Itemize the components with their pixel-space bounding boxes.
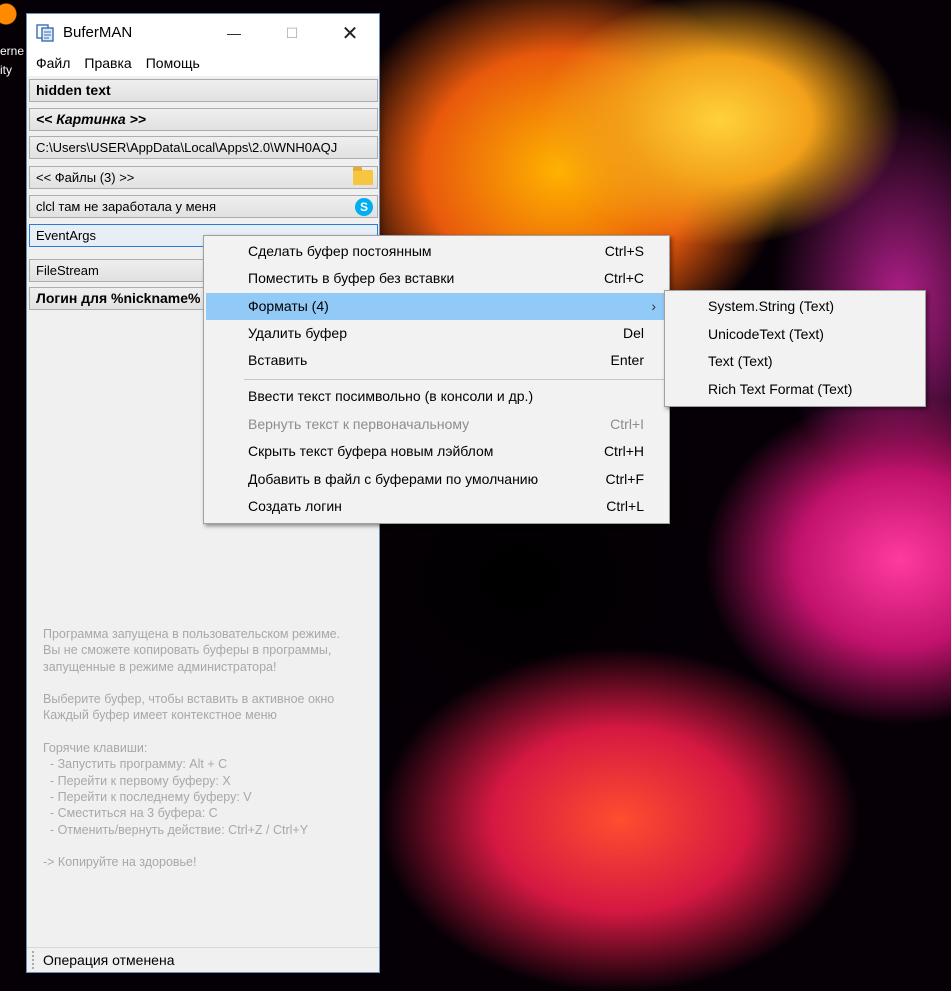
status-bar: Операция отменена bbox=[27, 947, 379, 972]
menu-item-label: Сделать буфер постоянным bbox=[248, 243, 432, 259]
menu-item-shortcut: Ctrl+C bbox=[603, 270, 644, 286]
format-item-rich-text[interactable]: Rich Text Format (Text) bbox=[667, 376, 923, 403]
status-grip bbox=[32, 951, 34, 969]
format-label: System.String (Text) bbox=[708, 298, 835, 314]
menu-item-shortcut: Ctrl+S bbox=[604, 243, 644, 259]
format-item-unicode-text[interactable]: UnicodeText (Text) bbox=[667, 321, 923, 348]
buffer-button-files[interactable]: << Файлы (3) >> bbox=[29, 166, 378, 189]
menu-item-shortcut: Ctrl+H bbox=[603, 443, 644, 459]
menu-item-paste[interactable]: Вставить Enter bbox=[206, 347, 667, 374]
menu-item-add-to-default-file[interactable]: Добавить в файл с буферами по умолчанию … bbox=[206, 466, 667, 493]
menu-item-hide-text-with-label[interactable]: Скрыть текст буфера новым лэйблом Ctrl+H bbox=[206, 438, 667, 465]
submenu-arrow-icon: › bbox=[651, 298, 656, 314]
hint-text: Программа запущена в пользовательском ре… bbox=[43, 627, 341, 870]
menu-item-shortcut: Ctrl+I bbox=[610, 416, 644, 432]
format-label: Rich Text Format (Text) bbox=[708, 381, 853, 397]
formats-submenu: System.String (Text) UnicodeText (Text) … bbox=[664, 290, 926, 407]
window-title: BuferMAN bbox=[63, 24, 133, 41]
format-label: Text (Text) bbox=[708, 353, 773, 369]
title-bar[interactable]: BuferMAN — ☐ ✕ bbox=[27, 14, 379, 52]
menu-item-label: Добавить в файл с буферами по умолчанию bbox=[248, 471, 539, 487]
buffer-button-image[interactable]: << Картинка >> bbox=[29, 108, 378, 131]
menu-item-label: Вставить bbox=[248, 352, 308, 368]
format-item-system-string[interactable]: System.String (Text) bbox=[667, 293, 923, 320]
maximize-button[interactable]: ☐ bbox=[263, 14, 321, 52]
menu-item-label: Форматы (4) bbox=[248, 298, 329, 314]
buffer-label: << Картинка >> bbox=[36, 111, 146, 127]
folder-icon bbox=[353, 167, 373, 185]
menu-item-label: Поместить в буфер без вставки bbox=[248, 270, 455, 286]
menu-item-shortcut: Del bbox=[622, 325, 644, 341]
menu-item-restore-text[interactable]: Вернуть текст к первоначальному Ctrl+I bbox=[206, 411, 667, 438]
menu-item-copy-without-paste[interactable]: Поместить в буфер без вставки Ctrl+C bbox=[206, 265, 667, 292]
menu-item-shortcut: Enter bbox=[610, 352, 644, 368]
format-item-text[interactable]: Text (Text) bbox=[667, 348, 923, 375]
buffer-label: clcl там не заработала у меня bbox=[36, 199, 217, 214]
buffer-label: C:\Users\USER\AppData\Local\Apps\2.0\WNH… bbox=[36, 140, 338, 155]
menu-item-label: Ввести текст посимвольно (в консоли и др… bbox=[248, 388, 534, 404]
desktop-icon-label[interactable]: erne bbox=[0, 44, 24, 58]
buffer-button-path[interactable]: C:\Users\USER\AppData\Local\Apps\2.0\WNH… bbox=[29, 136, 378, 159]
menu-file[interactable]: Файл bbox=[29, 52, 77, 76]
menu-item-make-persistent[interactable]: Сделать буфер постоянным Ctrl+S bbox=[206, 238, 667, 265]
menu-item-formats[interactable]: Форматы (4) › bbox=[206, 293, 667, 320]
menu-item-shortcut: Ctrl+F bbox=[605, 471, 645, 487]
buffer-button-clcl[interactable]: clcl там не заработала у меня S bbox=[29, 195, 378, 218]
minimize-button[interactable]: — bbox=[205, 14, 263, 52]
buffer-label: hidden text bbox=[36, 82, 111, 98]
clipboard-icon bbox=[36, 24, 54, 42]
menu-separator bbox=[244, 379, 665, 380]
close-button[interactable]: ✕ bbox=[321, 14, 379, 52]
buffer-context-menu: Сделать буфер постоянным Ctrl+S Поместит… bbox=[203, 235, 670, 524]
menu-item-label: Создать логин bbox=[248, 498, 342, 514]
menu-help[interactable]: Помощь bbox=[139, 52, 207, 76]
menu-bar: Файл Правка Помощь bbox=[27, 52, 379, 76]
menu-item-label: Скрыть текст буфера новым лэйблом bbox=[248, 443, 494, 459]
menu-item-create-login[interactable]: Создать логин Ctrl+L bbox=[206, 493, 667, 520]
format-label: UnicodeText (Text) bbox=[708, 326, 824, 342]
menu-edit[interactable]: Правка bbox=[77, 52, 138, 76]
buffer-label: << Файлы (3) >> bbox=[36, 170, 135, 185]
buffer-label: FileStream bbox=[36, 263, 99, 278]
menu-item-label: Вернуть текст к первоначальному bbox=[248, 416, 470, 432]
desktop-icon-label[interactable]: ity bbox=[0, 63, 12, 77]
buffer-button-hidden-text[interactable]: hidden text bbox=[29, 79, 378, 102]
skype-icon: S bbox=[355, 198, 373, 216]
desktop-app-icon[interactable] bbox=[0, 0, 28, 36]
menu-item-delete-buffer[interactable]: Удалить буфер Del bbox=[206, 320, 667, 347]
menu-item-type-char-by-char[interactable]: Ввести текст посимвольно (в консоли и др… bbox=[206, 383, 667, 410]
menu-item-shortcut: Ctrl+L bbox=[606, 498, 644, 514]
status-text: Операция отменена bbox=[43, 952, 175, 968]
buffer-label: Логин для %nickname% bbox=[36, 290, 201, 306]
menu-item-label: Удалить буфер bbox=[248, 325, 347, 341]
buffer-label: EventArgs bbox=[36, 228, 96, 243]
